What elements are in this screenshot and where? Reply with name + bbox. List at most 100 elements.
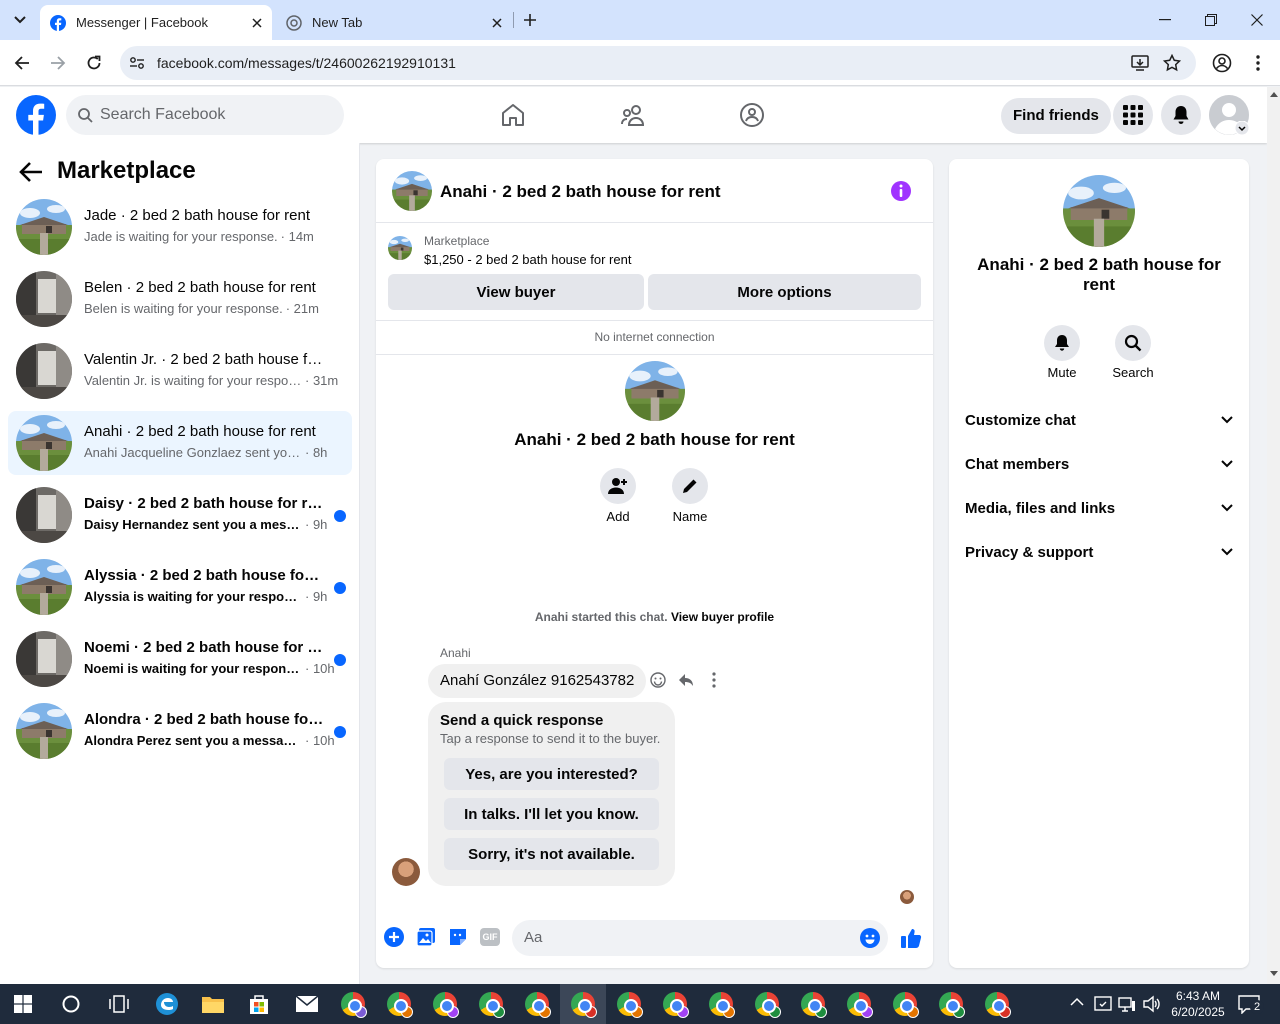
close-tab-icon[interactable] [492,17,502,28]
new-tab-button[interactable] [520,10,540,30]
react-button[interactable] [650,672,666,688]
network-icon[interactable] [1118,995,1136,1013]
gif-button[interactable]: GIF [480,928,500,946]
conversation-item[interactable]: Daisy · 2 bed 2 bath house for rent Daisy… [8,483,352,547]
chrome-menu-button[interactable] [1242,47,1274,79]
profile-button[interactable] [1206,47,1238,79]
scroll-up-arrow-icon[interactable] [1270,91,1278,97]
more-options-button[interactable]: More options [648,274,921,310]
tab-search-button[interactable] [8,8,32,32]
start-button[interactable] [0,984,46,1024]
quick-response-in-talks[interactable]: In talks. I'll let you know. [444,798,659,830]
tab-new-tab[interactable]: New Tab [276,5,512,40]
taskbar-edge[interactable] [144,984,190,1024]
details-section[interactable]: Customize chat [965,400,1233,440]
taskbar-chrome-window[interactable] [468,984,514,1024]
taskbar-chrome-window[interactable] [560,984,606,1024]
scroll-down-arrow-icon[interactable] [1270,971,1278,977]
taskbar-chrome-window[interactable] [606,984,652,1024]
listing-title[interactable]: $1,250 - 2 bed 2 bath house for rent [424,252,631,267]
taskbar-chrome-window[interactable] [698,984,744,1024]
message-input[interactable]: Aa [512,920,888,956]
conversation-item[interactable]: Valentin Jr. · 2 bed 2 bath house for re… [8,339,352,403]
account-avatar[interactable] [1209,95,1249,135]
nav-home[interactable] [497,99,529,131]
chat-title[interactable]: Anahi · 2 bed 2 bath house for rent [440,182,721,202]
notifications-button[interactable] [1161,95,1201,135]
details-section[interactable]: Media, files and links [965,488,1233,528]
taskbar-store[interactable] [236,984,282,1024]
conversation-item[interactable]: Anahi · 2 bed 2 bath house for rent Anahi… [8,411,352,475]
reply-button[interactable] [678,672,694,688]
add-people-button[interactable] [600,468,636,504]
restore-button[interactable] [1188,0,1234,40]
unread-dot [334,510,346,522]
quick-response-not-available[interactable]: Sorry, it's not available. [444,838,659,870]
conversation-item[interactable]: Noemi · 2 bed 2 bath house for rent Noemi… [8,627,352,691]
quick-response-yes[interactable]: Yes, are you interested? [444,758,659,790]
show-hidden-icons-button[interactable] [1070,997,1084,1007]
address-bar[interactable]: facebook.com/messages/t/2460026219291013… [120,46,1196,80]
chat-avatar[interactable] [392,171,432,211]
taskbar-chrome-window[interactable] [652,984,698,1024]
taskbar-chrome-window[interactable] [330,984,376,1024]
site-info-icon[interactable] [129,55,145,71]
reload-button[interactable] [78,47,110,79]
attach-photo-button[interactable] [416,927,436,947]
details-avatar[interactable] [1063,175,1135,247]
taskbar-chrome-window[interactable] [974,984,1020,1024]
find-friends-button[interactable]: Find friends [1001,98,1111,134]
facebook-search-input[interactable]: Search Facebook [66,95,344,135]
taskbar-chrome-window[interactable] [376,984,422,1024]
mute-button[interactable] [1044,325,1080,361]
view-buyer-button[interactable]: View buyer [388,274,644,310]
listing-thumbnail[interactable] [388,236,412,260]
taskbar-chrome-window[interactable] [514,984,560,1024]
more-actions-button[interactable] [384,927,404,947]
back-button[interactable] [6,47,38,79]
facebook-logo[interactable] [16,95,56,135]
taskbar-mail[interactable] [284,984,330,1024]
conversation-info-button[interactable] [890,180,912,202]
search-conversation-button[interactable] [1115,325,1151,361]
nav-groups[interactable] [736,99,768,131]
taskbar-chrome-window[interactable] [882,984,928,1024]
taskbar-search-button[interactable] [48,984,94,1024]
close-window-button[interactable] [1234,0,1280,40]
taskbar-chrome-window[interactable] [836,984,882,1024]
volume-icon[interactable] [1142,995,1160,1013]
menu-button[interactable] [1113,95,1153,135]
message-bubble[interactable]: Anahí González 9162543782 [428,664,647,698]
message-more-button[interactable] [712,672,716,688]
task-view-button[interactable] [96,984,142,1024]
install-app-icon[interactable] [1131,54,1149,72]
close-tab-icon[interactable] [252,17,262,28]
tab-messenger[interactable]: Messenger | Facebook [40,5,272,40]
nav-friends[interactable] [617,99,649,131]
sticker-button[interactable] [448,927,468,947]
taskbar-clock[interactable]: 6:43 AM 6/20/2025 [1164,988,1232,1020]
taskbar-chrome-window[interactable] [744,984,790,1024]
forward-button[interactable] [42,47,74,79]
action-center-button[interactable]: 2 [1238,994,1264,1014]
edit-name-button[interactable] [672,468,708,504]
like-button[interactable] [900,927,922,949]
details-section[interactable]: Privacy & support [965,532,1233,572]
emoji-icon[interactable] [860,928,880,948]
view-buyer-profile-link[interactable]: View buyer profile [671,610,774,624]
sender-avatar[interactable] [392,858,420,886]
taskbar-chrome-window[interactable] [928,984,974,1024]
taskbar-file-explorer[interactable] [190,984,236,1024]
conversation-item[interactable]: Alondra · 2 bed 2 bath house for rent Alo… [8,699,352,763]
taskbar-chrome-window[interactable] [422,984,468,1024]
conversation-item[interactable]: Jade · 2 bed 2 bath house for rent Jade i… [8,195,352,259]
conversation-item[interactable]: Alyssia · 2 bed 2 bath house for rent Aly… [8,555,352,619]
conversation-item[interactable]: Belen · 2 bed 2 bath house for rent Belen… [8,267,352,331]
bookmark-star-icon[interactable] [1163,54,1181,72]
page-scrollbar[interactable] [1267,87,1280,984]
taskbar-chrome-window[interactable] [790,984,836,1024]
tray-app-icon[interactable] [1094,995,1112,1013]
details-section[interactable]: Chat members [965,444,1233,484]
minimize-button[interactable] [1142,0,1188,40]
back-button[interactable] [18,160,44,184]
